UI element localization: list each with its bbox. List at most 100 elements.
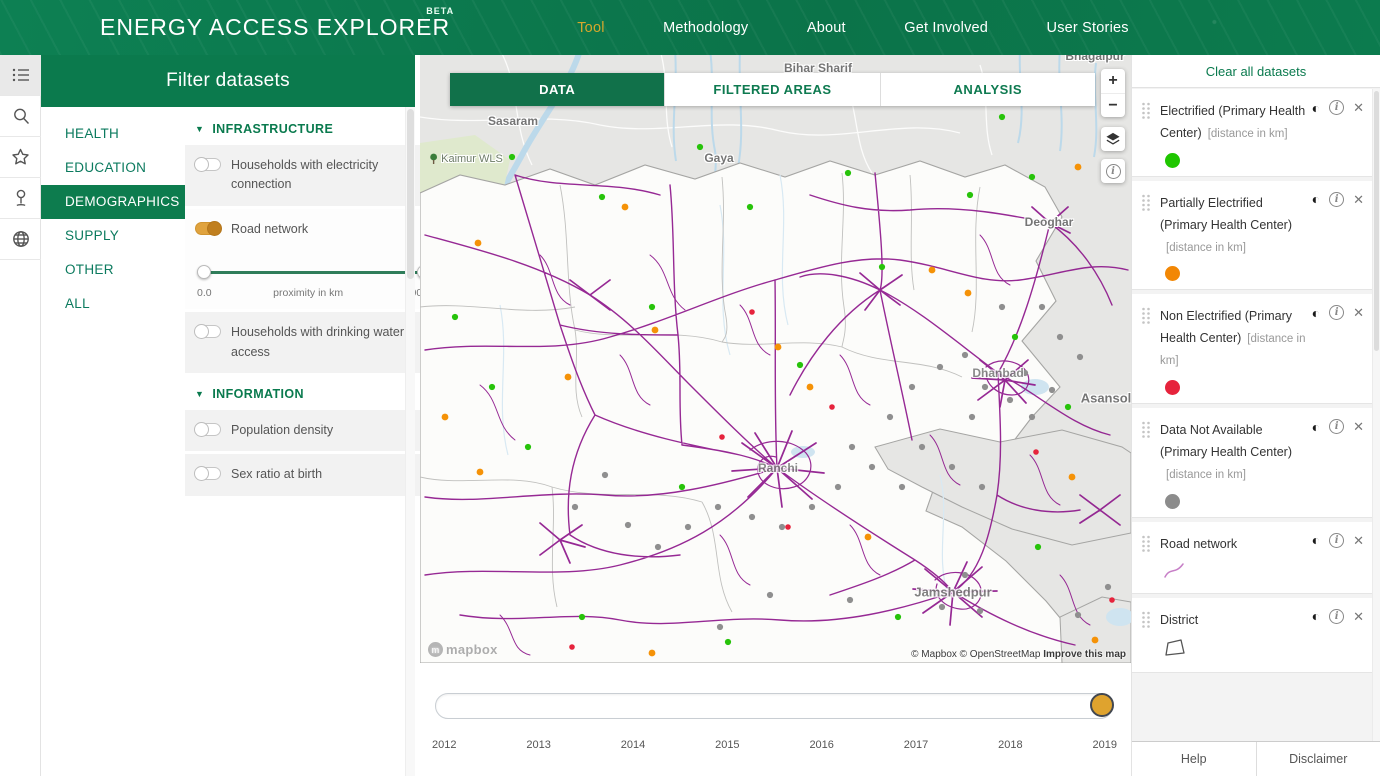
- year-label: 2014: [621, 739, 645, 751]
- contrast-icon[interactable]: ◐: [1312, 306, 1320, 320]
- info-icon[interactable]: i: [1101, 159, 1125, 183]
- app-logo-text: ENERGY ACCESS EXPLORER: [100, 14, 450, 40]
- card-unit: [distance in km]: [1166, 242, 1246, 254]
- nav-user-stories[interactable]: User Stories: [1047, 20, 1129, 36]
- map-tabbar: DATA FILTERED AREAS ANALYSIS: [450, 73, 1095, 106]
- left-icon-sidebar: [0, 55, 41, 776]
- close-icon[interactable]: ✕: [1353, 101, 1364, 114]
- dataset-label: Households with electricity connection: [231, 156, 419, 195]
- contrast-icon[interactable]: ◐: [1312, 192, 1320, 206]
- disclaimer-button[interactable]: Disclaimer: [1256, 742, 1380, 776]
- zoom-out-button[interactable]: −: [1101, 93, 1125, 117]
- close-icon[interactable]: ✕: [1353, 534, 1364, 547]
- layers-control: [1101, 127, 1125, 151]
- improve-map-link[interactable]: Improve this map: [1043, 649, 1126, 660]
- collapse-triangle-icon[interactable]: ▼: [195, 389, 204, 399]
- timeline-handle[interactable]: [1090, 693, 1114, 717]
- map-attribution: © Mapbox © OpenStreetMap Improve this ma…: [911, 649, 1126, 660]
- category-health[interactable]: HEALTH: [41, 117, 185, 151]
- info-icon[interactable]: i: [1329, 192, 1344, 207]
- slider-unit-label: proximity in km: [273, 287, 343, 299]
- zoom-in-button[interactable]: +: [1101, 69, 1125, 93]
- legend-swatch-circle: [1165, 266, 1180, 281]
- category-supply[interactable]: SUPPLY: [41, 219, 185, 253]
- drag-handle-icon[interactable]: [1141, 194, 1151, 217]
- nav-about[interactable]: About: [807, 20, 846, 36]
- zoom-controls: + −: [1101, 69, 1125, 117]
- slider-track[interactable]: [197, 266, 431, 279]
- dataset-label: Population density: [231, 421, 333, 440]
- clear-all-datasets-button[interactable]: Clear all datasets: [1132, 55, 1380, 88]
- tab-data[interactable]: DATA: [450, 73, 664, 106]
- active-datasets-panel: Clear all datasets ◐ i ✕ Electrified (Pr…: [1131, 55, 1380, 776]
- card-road-network: ◐ i ✕ Road network: [1132, 522, 1372, 594]
- search-icon[interactable]: [0, 96, 41, 137]
- card-title: District: [1160, 613, 1198, 627]
- toggle-off[interactable]: [195, 467, 221, 480]
- pin-icon[interactable]: [0, 178, 41, 219]
- dataset-cards: ◐ i ✕ Electrified (Primary Health Center…: [1132, 89, 1372, 741]
- drag-handle-icon[interactable]: [1141, 611, 1151, 634]
- state-region: [420, 161, 1082, 663]
- section-title: INFORMATION: [212, 387, 304, 401]
- contrast-icon[interactable]: ◐: [1312, 609, 1320, 623]
- map-canvas[interactable]: [420, 55, 1131, 663]
- map-info-control: i: [1101, 159, 1125, 183]
- category-demographics[interactable]: DEMOGRAPHICS: [41, 185, 185, 219]
- mapbox-wordmark[interactable]: m mapbox: [428, 642, 498, 657]
- right-panel-scrollbar[interactable]: [1372, 89, 1380, 741]
- collapse-triangle-icon[interactable]: ▼: [195, 124, 204, 134]
- nav-tool[interactable]: Tool: [577, 20, 604, 36]
- dataset-label: Households with drinking water access: [231, 323, 419, 362]
- slider-min-value: 0.0: [197, 287, 212, 299]
- tab-analysis[interactable]: ANALYSIS: [880, 73, 1095, 106]
- nav-get-involved[interactable]: Get Involved: [904, 20, 988, 36]
- toggle-off[interactable]: [195, 325, 221, 338]
- drag-handle-icon[interactable]: [1141, 102, 1151, 125]
- timeline-track[interactable]: [435, 693, 1113, 719]
- year-timeline: 2012 2013 2014 2015 2016 2017 2018 2019: [420, 663, 1131, 776]
- contrast-icon[interactable]: ◐: [1312, 101, 1320, 115]
- drag-handle-icon[interactable]: [1141, 421, 1151, 444]
- year-label: 2019: [1093, 739, 1117, 751]
- contrast-icon[interactable]: ◐: [1312, 533, 1320, 547]
- globe-icon[interactable]: [0, 219, 41, 260]
- year-label: 2016: [809, 739, 833, 751]
- nav-methodology[interactable]: Methodology: [663, 20, 748, 36]
- card-electrified-phc: ◐ i ✕ Electrified (Primary Health Center…: [1132, 89, 1372, 177]
- close-icon[interactable]: ✕: [1353, 420, 1364, 433]
- layers-icon[interactable]: [1101, 127, 1125, 151]
- drag-handle-icon[interactable]: [1141, 535, 1151, 558]
- close-icon[interactable]: ✕: [1353, 306, 1364, 319]
- toggle-off[interactable]: [195, 423, 221, 436]
- toggle-off[interactable]: [195, 158, 221, 171]
- slider-knob-min[interactable]: [197, 265, 211, 279]
- timeline-year-labels: 2012 2013 2014 2015 2016 2017 2018 2019: [432, 739, 1117, 751]
- info-icon[interactable]: i: [1329, 419, 1344, 434]
- info-icon[interactable]: i: [1329, 533, 1344, 548]
- category-education[interactable]: EDUCATION: [41, 151, 185, 185]
- card-title: Road network: [1160, 537, 1237, 551]
- list-icon[interactable]: [0, 55, 41, 96]
- legend-swatch-polygon: [1162, 635, 1188, 659]
- filter-panel-title: Filter datasets: [41, 55, 415, 107]
- info-icon[interactable]: i: [1329, 100, 1344, 115]
- card-title: Partially Electrified (Primary Health Ce…: [1160, 196, 1292, 232]
- category-all[interactable]: ALL: [41, 287, 185, 321]
- card-data-not-available-phc: ◐ i ✕ Data Not Available (Primary Health…: [1132, 408, 1372, 518]
- drag-handle-icon[interactable]: [1141, 307, 1151, 330]
- toggle-on[interactable]: [195, 222, 221, 235]
- info-icon[interactable]: i: [1329, 609, 1344, 624]
- category-other[interactable]: OTHER: [41, 253, 185, 287]
- star-icon[interactable]: [0, 137, 41, 178]
- close-icon[interactable]: ✕: [1353, 610, 1364, 623]
- info-icon[interactable]: i: [1329, 305, 1344, 320]
- tab-filtered-areas[interactable]: FILTERED AREAS: [664, 73, 879, 106]
- close-icon[interactable]: ✕: [1353, 193, 1364, 206]
- card-non-electrified-phc: ◐ i ✕ Non Electrified (Primary Health Ce…: [1132, 294, 1372, 404]
- contrast-icon[interactable]: ◐: [1312, 420, 1320, 434]
- map-container[interactable]: Bhagalpur Bihar Sharif Sasaram Kaimur WL…: [420, 55, 1131, 663]
- filter-panel-scrollbar[interactable]: [405, 107, 415, 776]
- year-label: 2017: [904, 739, 928, 751]
- help-button[interactable]: Help: [1132, 742, 1256, 776]
